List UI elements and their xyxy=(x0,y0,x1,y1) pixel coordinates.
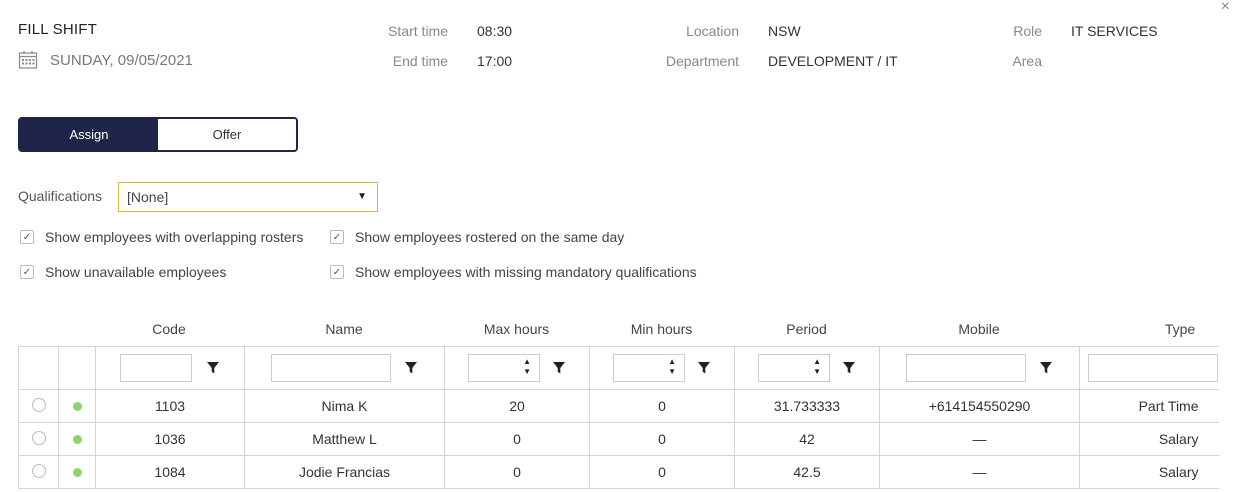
missing-qualifications-checkbox[interactable]: ✓ xyxy=(330,265,344,279)
rostered-same-day-label: Show employees rostered on the same day xyxy=(355,229,625,245)
cell-period: 42.5 xyxy=(734,455,880,489)
qualifications-select[interactable]: [None] ▼ xyxy=(118,182,378,212)
spinner-icon[interactable]: ▲ ▼ xyxy=(516,354,538,382)
filter-icon[interactable] xyxy=(842,361,856,375)
cell-name: Jodie Francias xyxy=(244,455,445,489)
close-icon[interactable]: × xyxy=(1221,0,1230,16)
cell-name: Matthew L xyxy=(244,422,445,456)
cell-min-hours: 0 xyxy=(589,422,735,456)
cell-period: 42 xyxy=(734,422,880,456)
role-label: Role xyxy=(1013,23,1042,39)
cell-mobile: — xyxy=(879,455,1080,489)
department-label: Department xyxy=(665,53,739,69)
column-header-max-hours[interactable]: Max hours xyxy=(444,321,589,337)
assign-offer-toggle: Assign Offer xyxy=(18,117,298,152)
column-header-type[interactable]: Type xyxy=(1130,321,1230,337)
select-radio[interactable] xyxy=(31,397,46,412)
cell-max-hours: 20 xyxy=(444,389,590,423)
cell-type: Salary xyxy=(1079,455,1219,489)
filter-icon[interactable] xyxy=(1039,361,1053,375)
filter-icon[interactable] xyxy=(206,361,220,375)
start-time-value: 08:30 xyxy=(477,23,513,39)
mobile-filter-input[interactable] xyxy=(905,354,1026,382)
cell-max-hours: 0 xyxy=(444,455,590,489)
cell-min-hours: 0 xyxy=(589,389,735,423)
cell-code: 1103 xyxy=(95,389,245,423)
column-header-mobile[interactable]: Mobile xyxy=(879,321,1079,337)
table-row[interactable]: 1103 Nima K 20 0 31.733333 +614154550290… xyxy=(18,389,1219,423)
start-time-label: Start time xyxy=(388,23,448,39)
filter-cell-type xyxy=(1079,346,1219,390)
filter-icon[interactable] xyxy=(404,361,418,375)
filter-row: ▲ ▼ ▲ ▼ ▲ ▼ xyxy=(18,346,1219,390)
overlapping-rosters-checkbox[interactable]: ✓ xyxy=(20,230,34,244)
status-dot xyxy=(72,402,82,411)
dropdown-arrow-icon: ▼ xyxy=(357,191,367,202)
filter-cell-mobile xyxy=(879,346,1080,390)
filter-cell-period: ▲ ▼ xyxy=(734,346,880,390)
role-value: IT SERVICES xyxy=(1071,23,1158,39)
status-dot xyxy=(72,435,82,444)
shift-date-text: SUNDAY, 09/05/2021 xyxy=(50,51,193,69)
unavailable-employees-checkbox[interactable]: ✓ xyxy=(20,265,34,279)
location-value: NSW xyxy=(768,23,801,39)
cell-type: Salary xyxy=(1079,422,1219,456)
cell-name: Nima K xyxy=(244,389,445,423)
spinner-icon[interactable]: ▲ ▼ xyxy=(806,354,828,382)
cell-mobile: +614154550290 xyxy=(879,389,1080,423)
cell-min-hours: 0 xyxy=(589,455,735,489)
cell-type: Part Time xyxy=(1079,389,1219,423)
cell-period: 31.733333 xyxy=(734,389,880,423)
cell-code: 1036 xyxy=(95,422,245,456)
cell-max-hours: 0 xyxy=(444,422,590,456)
table-row[interactable]: 1084 Jodie Francias 0 0 42.5 — Salary xyxy=(18,455,1219,489)
option-rostered-same-day: ✓ Show employees rostered on the same da… xyxy=(330,229,624,245)
unavailable-employees-label: Show unavailable employees xyxy=(45,264,227,280)
filter-cell-max-hours: ▲ ▼ xyxy=(444,346,590,390)
option-overlapping-rosters: ✓ Show employees with overlapping roster… xyxy=(20,229,303,245)
filter-cell-empty xyxy=(58,346,96,390)
status-dot xyxy=(72,468,82,477)
assign-button[interactable]: Assign xyxy=(20,119,158,150)
end-time-value: 17:00 xyxy=(477,53,513,69)
cell-code: 1084 xyxy=(95,455,245,489)
overlapping-rosters-label: Show employees with overlapping rosters xyxy=(45,229,304,245)
end-time-label: End time xyxy=(392,53,448,69)
option-missing-qualifications: ✓ Show employees with missing mandatory … xyxy=(330,264,697,280)
qualifications-label: Qualifications xyxy=(18,188,103,204)
rostered-same-day-checkbox[interactable]: ✓ xyxy=(330,230,344,244)
column-header-name[interactable]: Name xyxy=(244,321,444,337)
employee-table: ▲ ▼ ▲ ▼ ▲ ▼ 1103 Nima K 20 0 31.733333 +614… xyxy=(18,346,1219,489)
dialog-title: FILL SHIFT xyxy=(18,21,97,38)
filter-cell-empty xyxy=(18,346,59,390)
type-filter-input[interactable] xyxy=(1088,354,1218,382)
department-value: DEVELOPMENT / IT xyxy=(768,53,898,69)
column-header-period[interactable]: Period xyxy=(734,321,879,337)
column-header-code[interactable]: Code xyxy=(95,321,243,337)
option-unavailable-employees: ✓ Show unavailable employees xyxy=(20,264,226,280)
calendar-icon xyxy=(18,51,38,69)
shift-date: SUNDAY, 09/05/2021 xyxy=(18,50,193,70)
name-filter-input[interactable] xyxy=(270,354,391,382)
select-radio[interactable] xyxy=(31,463,46,478)
qualifications-value: [None] xyxy=(127,189,169,205)
cell-mobile: — xyxy=(879,422,1080,456)
spinner-icon[interactable]: ▲ ▼ xyxy=(661,354,683,382)
filter-cell-min-hours: ▲ ▼ xyxy=(589,346,735,390)
filter-icon[interactable] xyxy=(552,361,566,375)
code-filter-input[interactable] xyxy=(120,354,193,382)
missing-qualifications-label: Show employees with missing mandatory qu… xyxy=(355,264,697,280)
filter-cell-name xyxy=(244,346,445,390)
location-label: Location xyxy=(686,23,739,39)
filter-cell-code xyxy=(95,346,245,390)
area-label: Area xyxy=(1012,53,1042,69)
column-header-min-hours[interactable]: Min hours xyxy=(589,321,734,337)
select-radio[interactable] xyxy=(31,430,46,445)
filter-icon[interactable] xyxy=(697,361,711,375)
offer-button[interactable]: Offer xyxy=(158,119,296,150)
table-row[interactable]: 1036 Matthew L 0 0 42 — Salary xyxy=(18,422,1219,456)
